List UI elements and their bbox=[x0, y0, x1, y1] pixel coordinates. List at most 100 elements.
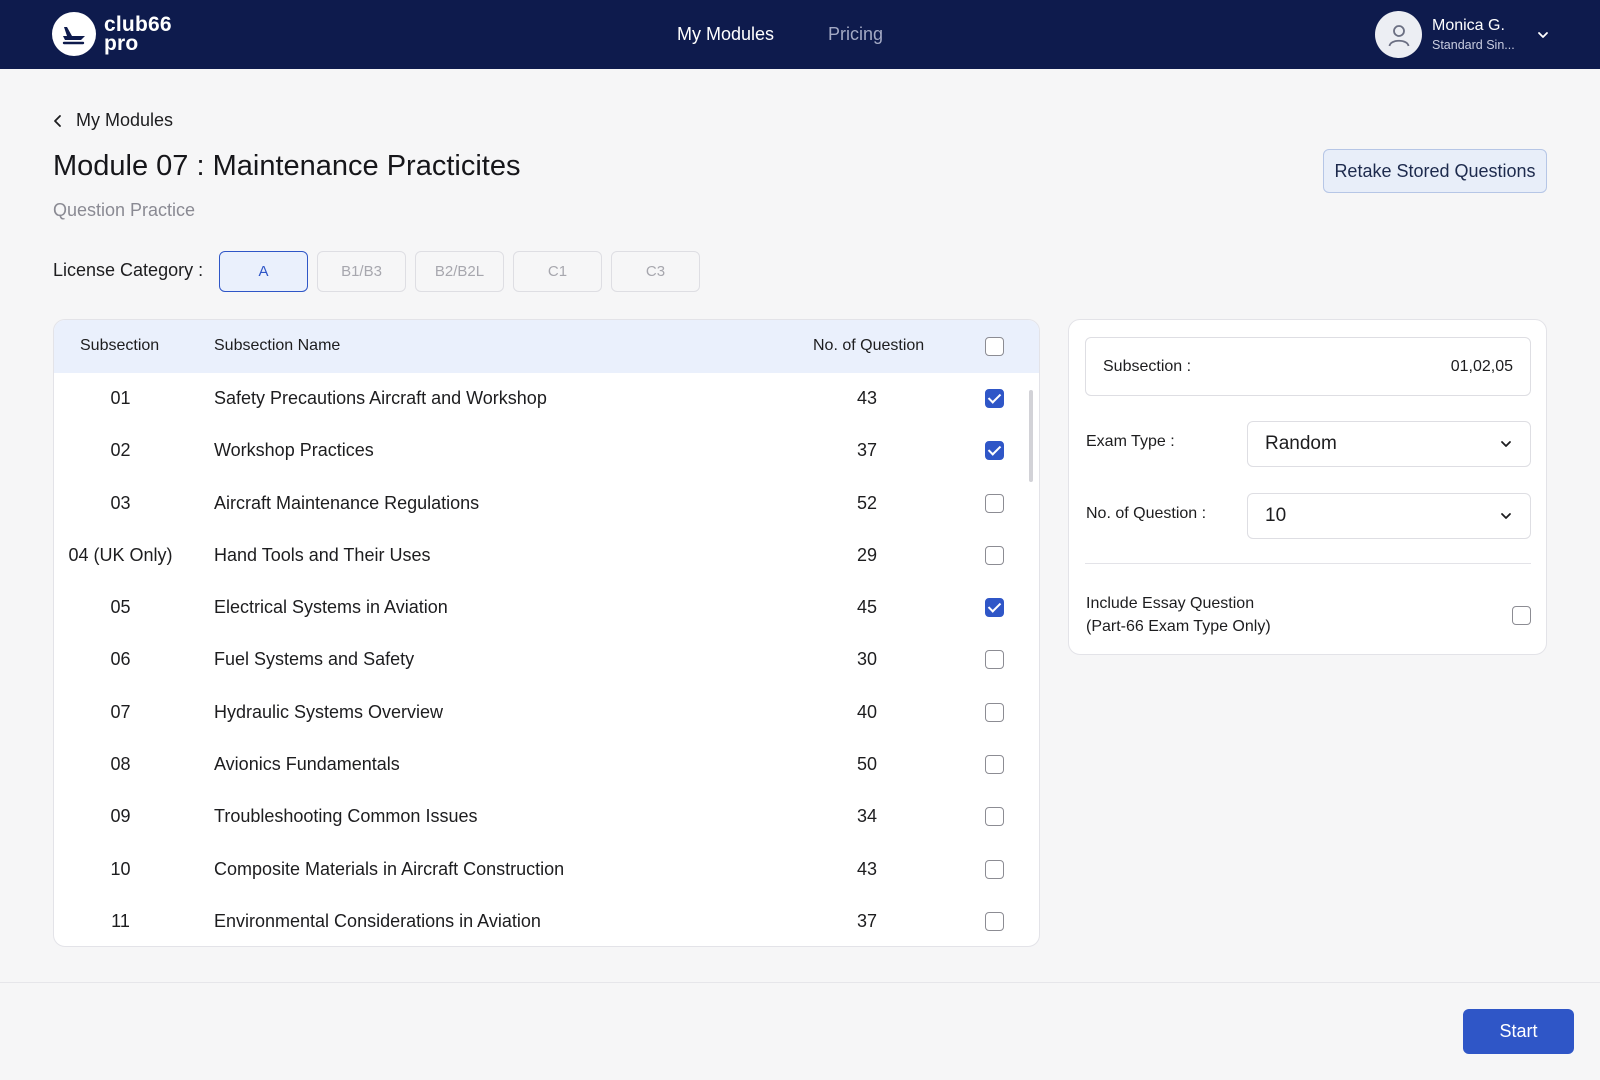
license-option-c3[interactable]: C3 bbox=[611, 251, 700, 292]
table-row[interactable]: 08 Avionics Fundamentals 50 bbox=[54, 739, 1039, 791]
essay-label-line-1: Include Essay Question bbox=[1086, 595, 1255, 612]
back-label: My Modules bbox=[76, 110, 174, 130]
table-row[interactable]: 11 Environmental Considerations in Aviati… bbox=[54, 896, 1039, 946]
row-subsection-name: Avionics Fundamentals bbox=[214, 754, 400, 775]
row-checkbox[interactable] bbox=[985, 598, 1004, 618]
row-subsection-name: Environmental Considerations in Aviation bbox=[214, 910, 541, 931]
row-question-count: 37 bbox=[856, 440, 878, 461]
license-option-b1-b3[interactable]: B1/B3 bbox=[317, 251, 406, 292]
nav-my-modules[interactable]: My Modules bbox=[677, 24, 774, 45]
table-header: Subsection Subsection Name No. of Questi… bbox=[54, 320, 1039, 373]
row-subsection: 02 bbox=[110, 440, 131, 461]
plane-logo-icon bbox=[52, 12, 96, 56]
row-subsection-name: Workshop Practices bbox=[214, 440, 374, 461]
table-body: 01 Safety Precautions Aircraft and Worksh… bbox=[54, 373, 1039, 946]
row-subsection-name: Troubleshooting Common Issues bbox=[214, 806, 478, 827]
row-subsection: 03 bbox=[110, 492, 131, 513]
table-row[interactable]: 06 Fuel Systems and Safety 30 bbox=[54, 634, 1039, 686]
row-question-count: 43 bbox=[856, 858, 878, 879]
row-subsection-name: Aircraft Maintenance Regulations bbox=[214, 492, 480, 513]
top-navbar: club66 pro My Modules Pricing Monica G. … bbox=[0, 0, 1600, 69]
row-subsection: 09 bbox=[110, 806, 131, 827]
row-subsection: 06 bbox=[110, 649, 131, 670]
table-row[interactable]: 02 Workshop Practices 37 bbox=[54, 425, 1039, 477]
row-question-count: 50 bbox=[856, 754, 878, 775]
table-scrollbar[interactable] bbox=[1029, 390, 1033, 482]
footer-divider bbox=[0, 982, 1600, 983]
logo-text: club66 pro bbox=[104, 14, 172, 55]
chevron-down-icon bbox=[1501, 441, 1511, 447]
row-question-count: 30 bbox=[856, 649, 878, 670]
page-subtitle: Question Practice bbox=[53, 200, 196, 220]
avatar bbox=[1375, 11, 1422, 58]
main-nav: My Modules Pricing bbox=[677, 0, 883, 69]
table-row[interactable]: 01 Safety Precautions Aircraft and Worksh… bbox=[54, 373, 1039, 425]
exam-type-value: Random bbox=[1265, 433, 1337, 454]
question-count-label: No. of Question : bbox=[1086, 505, 1207, 522]
table-row[interactable]: 10 Composite Materials in Aircraft Constr… bbox=[54, 844, 1039, 896]
select-all-checkbox[interactable] bbox=[985, 337, 1004, 356]
start-button[interactable]: Start bbox=[1463, 1009, 1574, 1054]
license-category-label: License Category : bbox=[53, 260, 204, 280]
selected-subsections-label: Subsection : bbox=[1103, 357, 1192, 375]
table-row[interactable]: 09 Troubleshooting Common Issues 34 bbox=[54, 791, 1039, 843]
header-subsection: Subsection bbox=[80, 337, 160, 354]
user-menu[interactable]: Monica G. Standard Sin... bbox=[1375, 11, 1550, 58]
include-essay-checkbox[interactable] bbox=[1512, 606, 1531, 625]
header-subsection-name: Subsection Name bbox=[214, 337, 341, 354]
row-checkbox[interactable] bbox=[985, 807, 1004, 827]
user-plan: Standard Sin... bbox=[1432, 37, 1515, 52]
table-row[interactable]: 05 Electrical Systems in Aviation 45 bbox=[54, 582, 1039, 634]
row-checkbox[interactable] bbox=[985, 650, 1004, 670]
row-subsection: 08 bbox=[110, 754, 131, 775]
question-count-value: 10 bbox=[1265, 505, 1287, 526]
nav-pricing[interactable]: Pricing bbox=[828, 24, 883, 45]
row-question-count: 29 bbox=[856, 544, 878, 565]
club66-logo[interactable]: club66 pro bbox=[52, 12, 172, 56]
table-row[interactable]: 03 Aircraft Maintenance Regulations 52 bbox=[54, 478, 1039, 530]
user-info: Monica G. Standard Sin... bbox=[1432, 16, 1524, 54]
table-row[interactable]: 04 (UK Only) Hand Tools and Their Uses 29 bbox=[54, 530, 1039, 582]
license-option-a[interactable]: A bbox=[219, 251, 308, 292]
row-question-count: 43 bbox=[856, 388, 878, 408]
chevron-down-icon[interactable] bbox=[1536, 28, 1550, 42]
row-checkbox[interactable] bbox=[985, 545, 1004, 565]
page-title: Module 07 : Maintenance Practicites bbox=[53, 150, 521, 182]
row-subsection: 07 bbox=[110, 701, 131, 722]
row-question-count: 40 bbox=[856, 701, 878, 722]
row-subsection: 11 bbox=[111, 910, 130, 931]
row-subsection-name: Fuel Systems and Safety bbox=[214, 649, 415, 670]
row-subsection: 01 bbox=[110, 388, 131, 408]
license-option-b2-b2l[interactable]: B2/B2L bbox=[415, 251, 504, 292]
user-name: Monica G. bbox=[1432, 16, 1505, 34]
subsection-table: Subsection Subsection Name No. of Questi… bbox=[53, 319, 1040, 947]
table-row[interactable]: 07 Hydraulic Systems Overview 40 bbox=[54, 687, 1039, 739]
row-question-count: 45 bbox=[856, 597, 878, 618]
retake-stored-questions-button[interactable]: Retake Stored Questions bbox=[1323, 149, 1547, 193]
row-checkbox[interactable] bbox=[985, 911, 1004, 931]
back-link[interactable]: My Modules bbox=[52, 110, 173, 131]
user-icon bbox=[1388, 24, 1409, 46]
row-subsection-name: Composite Materials in Aircraft Construc… bbox=[214, 858, 565, 879]
logo-line-2: pro bbox=[104, 32, 139, 55]
row-checkbox[interactable] bbox=[985, 389, 1004, 408]
exam-type-select[interactable]: Random bbox=[1247, 421, 1531, 467]
selected-subsections-box: Subsection : 01,02,05 bbox=[1085, 337, 1531, 396]
row-question-count: 34 bbox=[856, 806, 878, 827]
exam-settings-panel: Subsection : 01,02,05 Exam Type : Random… bbox=[1068, 319, 1547, 655]
chevron-down-icon bbox=[1501, 513, 1511, 519]
chevron-left-icon bbox=[54, 114, 61, 127]
license-option-c1[interactable]: C1 bbox=[513, 251, 602, 292]
row-question-count: 37 bbox=[856, 910, 878, 931]
question-count-select[interactable]: 10 bbox=[1247, 493, 1531, 539]
row-subsection-name: Electrical Systems in Aviation bbox=[214, 597, 448, 618]
row-checkbox[interactable] bbox=[985, 702, 1004, 722]
row-checkbox[interactable] bbox=[985, 441, 1004, 461]
selected-subsections-value: 01,02,05 bbox=[1450, 357, 1513, 375]
row-checkbox[interactable] bbox=[985, 493, 1004, 513]
row-checkbox[interactable] bbox=[985, 859, 1004, 879]
row-checkbox[interactable] bbox=[985, 755, 1004, 775]
panel-divider bbox=[1085, 563, 1531, 564]
row-subsection-name: Safety Precautions Aircraft and Workshop bbox=[214, 388, 547, 408]
essay-option-label: Include Essay Question (Part-66 Exam Typ… bbox=[1086, 592, 1271, 638]
